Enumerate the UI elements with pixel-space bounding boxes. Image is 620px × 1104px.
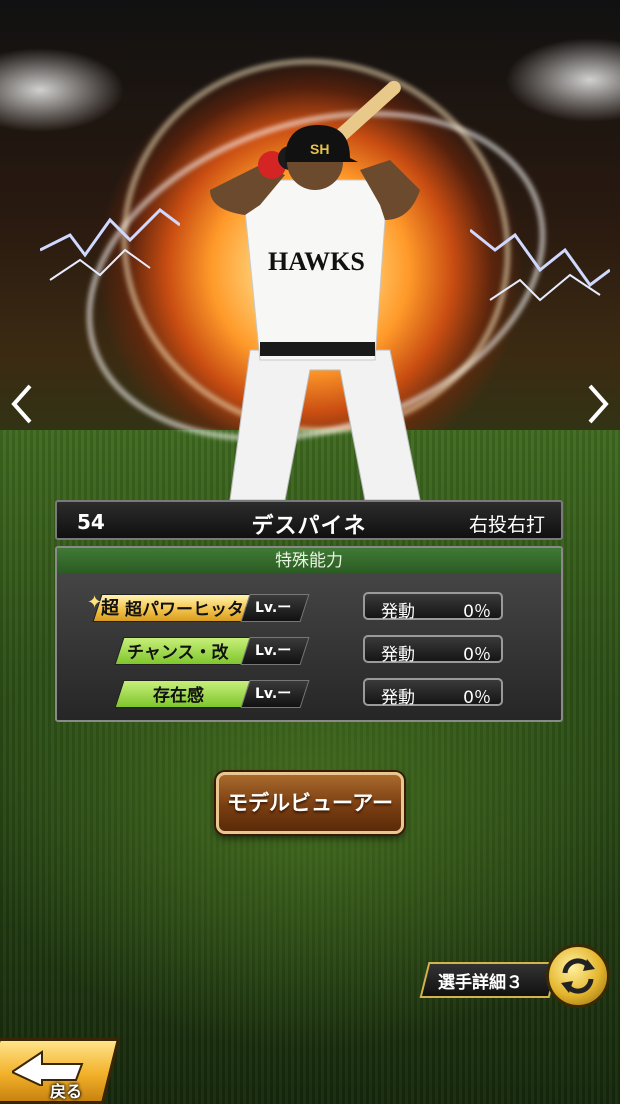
cap-logo: SH	[310, 141, 329, 157]
ability-level: Lv.ー	[255, 600, 292, 616]
ability-status: 発動 0％	[363, 678, 503, 708]
ability-row: チャンス・改 Lv.ー 発動 0％	[57, 635, 561, 665]
status-value: 0％	[463, 602, 491, 622]
ability-row: ✦ 超 超パワーヒッター Lv.ー 発動 0％	[57, 592, 561, 622]
jersey-text: HAWKS	[268, 247, 365, 276]
super-mark: 超	[101, 598, 119, 619]
abilities-header: 特殊能力	[57, 548, 561, 574]
ability-level: Lv.ー	[255, 686, 292, 702]
player-info-bar: 54 デスパイネ 右投右打	[55, 500, 563, 540]
model-viewer-button[interactable]: モデルビューアー	[216, 772, 404, 834]
cycle-button[interactable]	[546, 944, 610, 1008]
sparkle-icon: ✦	[87, 592, 103, 613]
player-figure: SH HAWKS	[210, 80, 421, 501]
ability-level: Lv.ー	[255, 643, 292, 659]
ability-status: 発動 0％	[363, 635, 503, 665]
special-abilities-panel: 特殊能力 ✦ 超 超パワーヒッター Lv.ー 発動 0％ チャンス・改 Lv.ー…	[55, 546, 563, 722]
status-label: 発動	[381, 688, 415, 708]
lightning-effect	[40, 208, 180, 281]
ability-status: 発動 0％	[363, 592, 503, 622]
cycle-arrows-icon	[561, 958, 595, 994]
status-label: 発動	[381, 645, 415, 665]
status-value: 0％	[463, 688, 491, 708]
status-label: 発動	[381, 602, 415, 622]
ability-name: チャンス・改	[127, 643, 229, 663]
ability-row: 存在感 Lv.ー 発動 0％	[57, 678, 561, 708]
status-value: 0％	[463, 645, 491, 665]
lightning-effect	[470, 228, 610, 302]
ability-name: 超パワーヒッター	[125, 600, 261, 620]
back-label[interactable]: 戻る	[50, 1078, 82, 1102]
chevron-left-icon	[11, 384, 32, 424]
next-player-button[interactable]	[582, 382, 612, 426]
player-detail-label[interactable]: 選手詳細３	[438, 968, 523, 993]
game-screen: SH HAWKS 54 デスパイネ 右投右打 特殊能力 ✦ 超 超パワーヒッター…	[0, 0, 620, 1104]
player-handedness: 右投右打	[468, 514, 545, 536]
ability-name: 存在感	[153, 686, 204, 706]
chevron-right-icon	[588, 384, 609, 424]
prev-player-button[interactable]	[8, 382, 38, 426]
